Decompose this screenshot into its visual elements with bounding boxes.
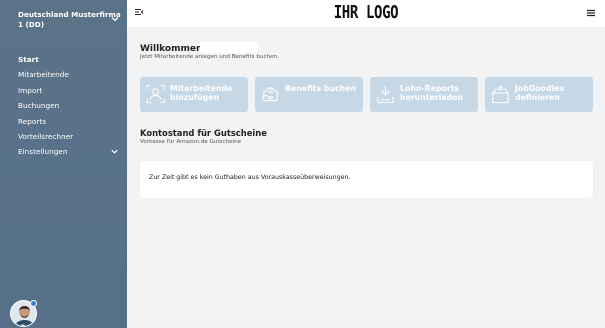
sidebar-item-label: Mitarbeitende: [18, 70, 69, 80]
tile-label: JobGoodies definieren: [515, 84, 565, 102]
sidebar-item-label: Einstellungen: [18, 147, 68, 157]
sidebar: Deutschland Musterfirma 1 (DD) Start Mit…: [0, 0, 127, 328]
tile-download-reports[interactable]: Lohn-Reports herunterladen: [370, 77, 478, 112]
sidebar-item-label: Reports: [18, 116, 46, 126]
chevron-down-icon: [111, 17, 119, 22]
sidebar-item-label: Import: [18, 85, 43, 95]
sidebar-nav: Start Mitarbeitende Import Buchungen Rep…: [0, 52, 127, 160]
sidebar-item-einstellungen[interactable]: Einstellungen: [0, 144, 127, 159]
company-name: Deutschland Musterfirma 1 (DD): [18, 10, 121, 29]
add-employee-icon: [146, 84, 165, 104]
goodies-box-icon: [492, 85, 509, 104]
logo: IHR LOGO: [333, 2, 399, 23]
download-report-icon: [377, 85, 394, 104]
collapse-sidebar-icon[interactable]: [134, 7, 144, 17]
tile-label: Mitarbeitende hinzufügen: [170, 84, 233, 102]
user-name-placeholder: [200, 42, 259, 53]
balance-subtitle: Vorkasse für Amazon.de Gutscheine: [140, 139, 242, 145]
chevron-down-icon: [111, 150, 118, 155]
sidebar-item-label: Vorteilsrechner: [18, 131, 74, 141]
balance-card: Zur Zeit gibt es kein Guthaben aus Vorau…: [140, 161, 593, 198]
sidebar-item-reports[interactable]: Reports: [0, 114, 127, 129]
gift-icon: [261, 86, 278, 102]
tile-label: Benefits buchen: [285, 84, 357, 93]
top-bar: IHR LOGO: [127, 0, 605, 27]
tile-add-employees[interactable]: Mitarbeitende hinzufügen: [140, 77, 248, 112]
sidebar-item-buchungen[interactable]: Buchungen: [0, 98, 127, 113]
sidebar-item-mitarbeitende[interactable]: Mitarbeitende: [0, 67, 127, 82]
page-subtitle: Jetzt Mitarbeitende anlegen und Benefits…: [140, 54, 279, 60]
sidebar-item-start[interactable]: Start: [0, 52, 127, 67]
sidebar-item-import[interactable]: Import: [0, 83, 127, 98]
hamburger-menu-icon[interactable]: [586, 8, 596, 18]
tile-label: Lohn-Reports herunterladen: [400, 84, 463, 102]
welcome-text: Willkommen: [140, 44, 203, 54]
balance-title: Kontostand für Gutscheine: [140, 128, 267, 138]
main-content: Willkommen Jetzt Mitarbeitende anlegen u…: [127, 27, 605, 328]
page-title: Willkommen: [140, 42, 259, 54]
sidebar-item-vorteilsrechner[interactable]: Vorteilsrechner: [0, 129, 127, 144]
sidebar-item-label: Start: [18, 55, 39, 64]
tile-book-benefits[interactable]: Benefits buchen: [255, 77, 363, 112]
company-switcher[interactable]: Deutschland Musterfirma 1 (DD): [18, 10, 122, 29]
tile-define-jobgoodies[interactable]: JobGoodies definieren: [485, 77, 593, 112]
balance-message: Zur Zeit gibt es kein Guthaben aus Vorau…: [149, 174, 351, 181]
sidebar-item-label: Buchungen: [18, 101, 60, 111]
status-dot: [30, 300, 37, 307]
